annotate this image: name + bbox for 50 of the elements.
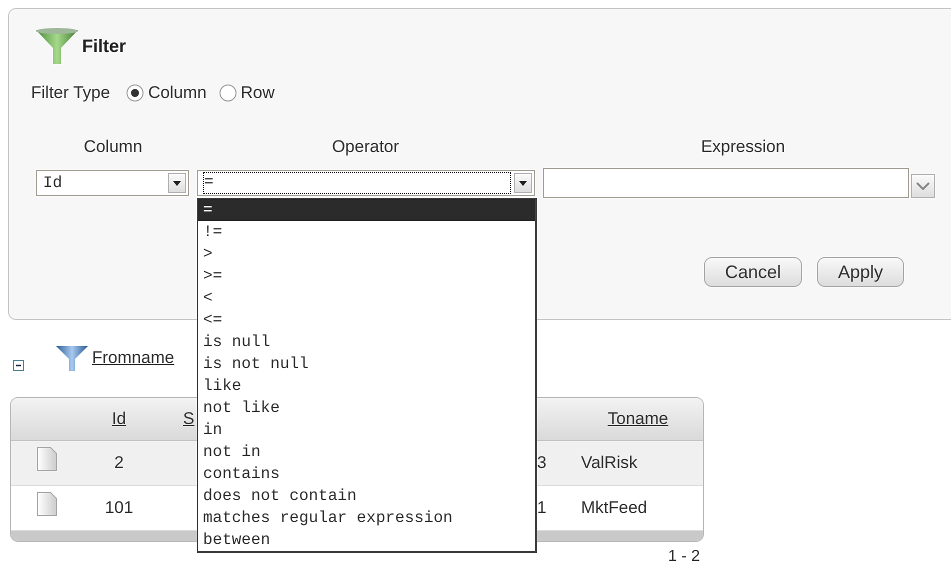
filter-link[interactable]: Fromname xyxy=(92,345,174,371)
dropdown-option[interactable]: is null xyxy=(198,331,535,353)
table-cell-text: MktFeed xyxy=(580,497,648,520)
dropdown-option[interactable]: != xyxy=(198,221,535,243)
table-cell-text: 101 xyxy=(104,497,134,520)
table-cell-text: 2 xyxy=(113,452,125,474)
caret-icon xyxy=(519,180,527,186)
radio-button[interactable] xyxy=(126,84,144,102)
dropdown-option[interactable]: not like xyxy=(198,397,535,419)
filter-type-label: Filter Type xyxy=(31,82,110,104)
chevron-down-icon xyxy=(916,182,930,190)
funnel-icon xyxy=(36,28,78,64)
dropdown-option[interactable]: between xyxy=(198,529,535,551)
document-icon[interactable] xyxy=(37,492,57,516)
table-cell-text: 1 xyxy=(536,497,548,520)
document-icon[interactable] xyxy=(37,447,57,471)
dropdown-option[interactable]: in xyxy=(198,419,535,441)
column-header-link[interactable]: Id xyxy=(112,409,126,428)
dropdown-button[interactable] xyxy=(911,174,935,198)
dropdown-option[interactable]: contains xyxy=(198,463,535,485)
action-button[interactable]: Apply xyxy=(817,257,904,287)
column-header: Operator xyxy=(330,136,400,158)
dropdown-option[interactable]: is not null xyxy=(198,353,535,375)
radio-label[interactable]: Column xyxy=(148,80,207,106)
dropdown-option[interactable]: matches regular expression xyxy=(198,507,535,529)
operator-select[interactable]: = xyxy=(197,170,535,196)
pagination-text: 1 - 2 xyxy=(668,548,700,565)
action-button[interactable]: Cancel xyxy=(704,257,802,287)
funnel-icon xyxy=(56,345,88,371)
dropdown-option[interactable]: does not contain xyxy=(198,485,535,507)
dropdown-option[interactable]: <= xyxy=(198,309,535,331)
table-cell-text: ValRisk xyxy=(580,452,638,474)
table-cell-text: 3 xyxy=(536,452,548,474)
radio-label[interactable]: Row xyxy=(240,80,275,106)
collapse-icon[interactable] xyxy=(13,360,24,370)
column-header-link[interactable]: Toname xyxy=(608,409,668,428)
dropdown-option[interactable]: like xyxy=(198,375,535,397)
column-header-link[interactable]: S xyxy=(183,409,194,428)
dropdown-option[interactable]: not in xyxy=(198,441,535,463)
expression-field[interactable] xyxy=(543,168,909,198)
caret-icon xyxy=(173,180,181,186)
dropdown-option[interactable]: < xyxy=(198,287,535,309)
dropdown-option[interactable]: = xyxy=(198,199,535,221)
dropdown-option[interactable]: >= xyxy=(198,265,535,287)
column-select[interactable]: Id xyxy=(36,170,189,196)
panel-title: Filter xyxy=(82,34,126,58)
dropdown-option[interactable]: > xyxy=(198,243,535,265)
column-header: Expression xyxy=(700,136,786,158)
radio-button[interactable] xyxy=(218,84,237,102)
column-header: Column xyxy=(82,136,144,158)
